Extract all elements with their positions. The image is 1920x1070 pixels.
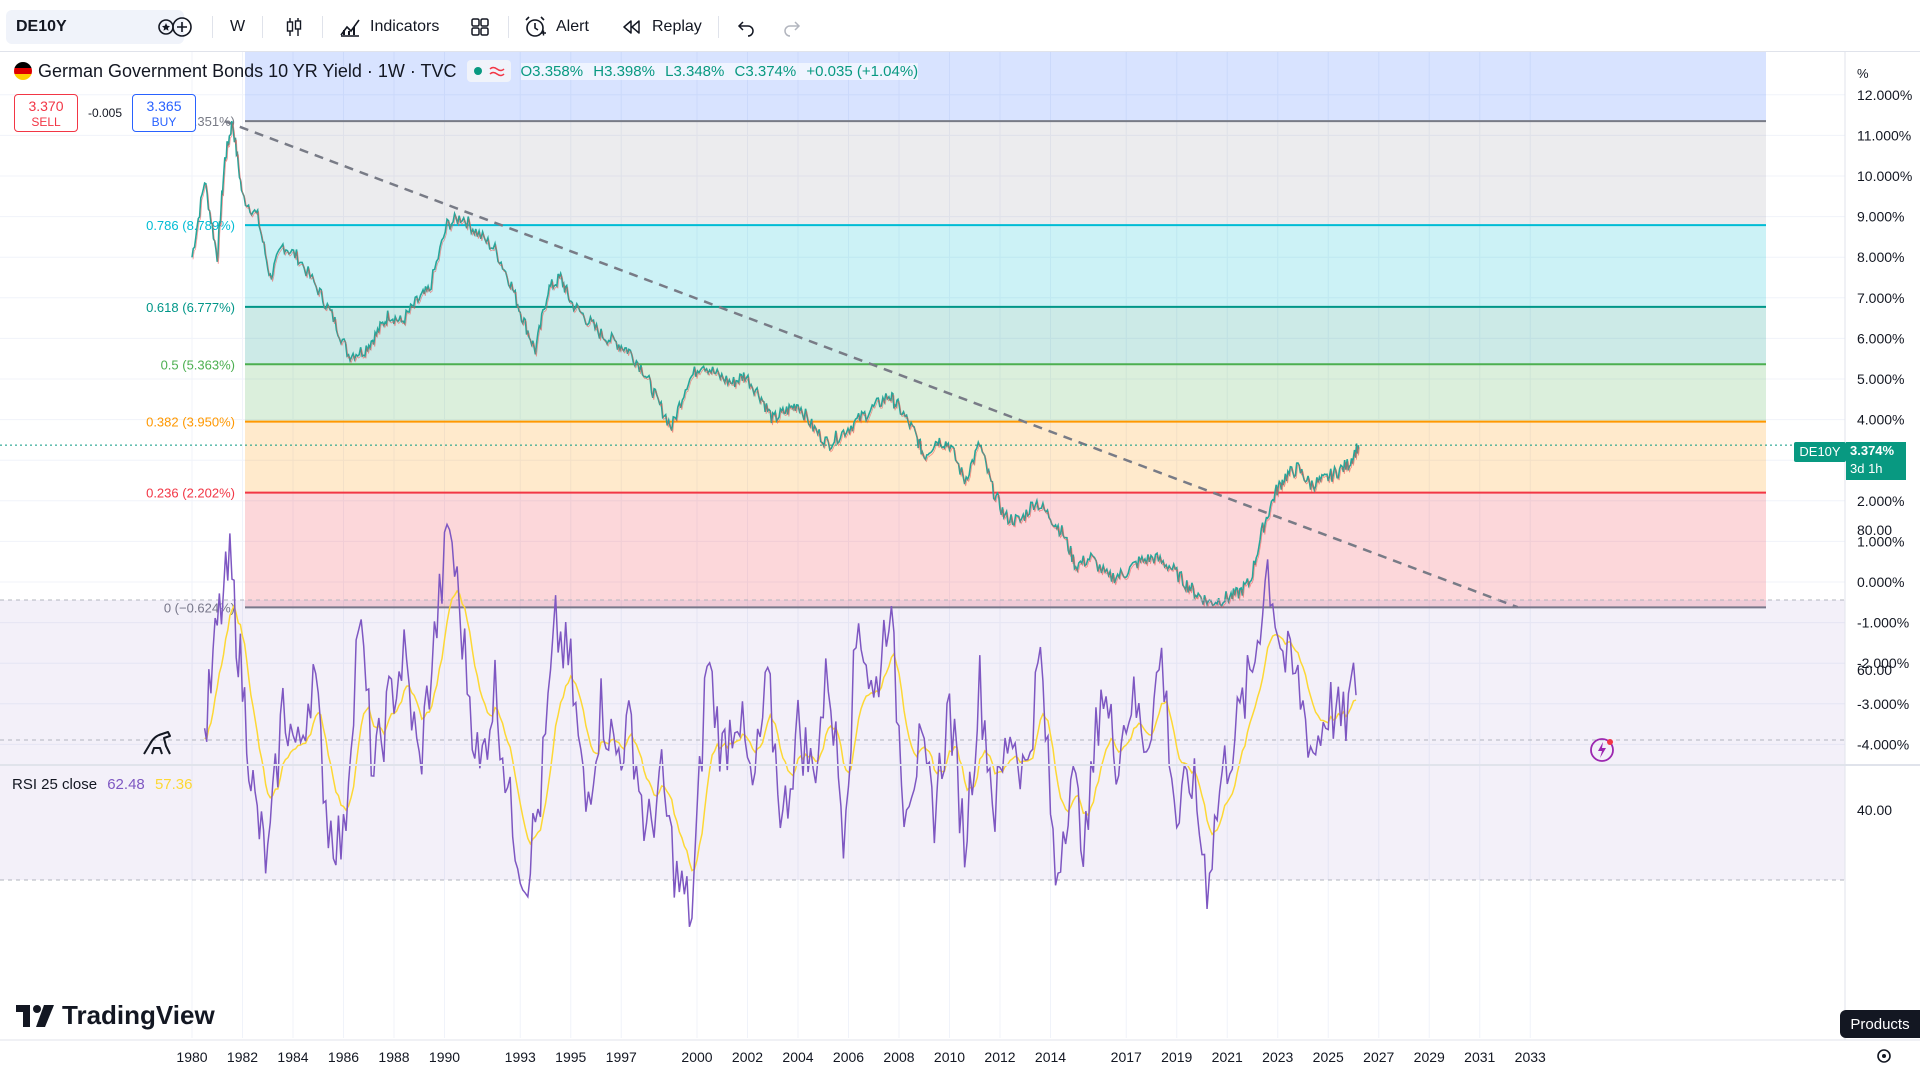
fib-zone — [245, 364, 1766, 422]
price-tick-label: 2.000% — [1857, 493, 1904, 509]
fib-zone — [245, 492, 1766, 608]
time-tick-label: 2012 — [984, 1049, 1015, 1065]
time-tick-label: 2025 — [1313, 1049, 1344, 1065]
price-tick-label: 12.000% — [1857, 87, 1912, 103]
fib-retracement[interactable]: 1 (11.351%)0.786 (8.789%)0.618 (6.777%)0… — [146, 52, 1766, 615]
rsi-tick-label: 80.00 — [1857, 522, 1892, 538]
wave-icon — [488, 66, 505, 77]
price-tick-label: -3.000% — [1857, 696, 1909, 712]
chart-legend: German Government Bonds 10 YR Yield · 1W… — [14, 60, 919, 82]
tradingview-logo[interactable]: TradingView — [16, 1000, 215, 1031]
products-button[interactable]: Products — [1840, 1010, 1920, 1038]
time-tick-label: 2033 — [1515, 1049, 1546, 1065]
time-tick-label: 1990 — [429, 1049, 460, 1065]
time-tick-label: 2021 — [1212, 1049, 1243, 1065]
rsi-tick-label: 40.00 — [1857, 802, 1892, 818]
time-tick-label: 1995 — [555, 1049, 586, 1065]
sell-label: SELL — [31, 115, 61, 129]
brand-name: TradingView — [62, 1000, 215, 1030]
settings-icon[interactable] — [1874, 1046, 1894, 1066]
price-tick-label: 10.000% — [1857, 168, 1912, 184]
time-tick-label: 2029 — [1414, 1049, 1445, 1065]
time-tick-label: 2023 — [1262, 1049, 1293, 1065]
rsi-label: RSI 25 close — [12, 776, 98, 793]
low-value: L3.348% — [665, 62, 725, 80]
tv-mark-icon — [16, 1004, 54, 1027]
fib-level-label: 0.5 (5.363%) — [161, 357, 235, 372]
buy-price: 3.365 — [146, 98, 182, 114]
time-tick-label: 2027 — [1363, 1049, 1394, 1065]
market-status[interactable] — [466, 60, 511, 82]
time-tick-label: 2017 — [1111, 1049, 1142, 1065]
time-tick-label: 1980 — [176, 1049, 207, 1065]
time-tick-label: 2014 — [1035, 1049, 1066, 1065]
buy-button[interactable]: 3.365 BUY — [132, 94, 196, 132]
lightning-icon[interactable] — [1588, 736, 1616, 764]
ohlc-values: O3.358% H3.398% L3.348% C3.374% +0.035 (… — [520, 62, 919, 80]
time-tick-label: 1982 — [227, 1049, 258, 1065]
time-tick-label: 1997 — [606, 1049, 637, 1065]
fib-zone — [245, 121, 1766, 226]
fib-zone — [245, 306, 1766, 365]
open-value: O3.358% — [520, 62, 584, 80]
price-tick-label: 0.000% — [1857, 574, 1904, 590]
close-value: C3.374% — [734, 62, 797, 80]
price-tag-value: 3.374% 3d 1h — [1846, 442, 1906, 480]
price-tick-label: 5.000% — [1857, 371, 1904, 387]
rsi-ma-value: 57.36 — [154, 776, 193, 793]
time-tick-label: 2008 — [883, 1049, 914, 1065]
price-tick-label: 7.000% — [1857, 290, 1904, 306]
time-tick-label: 1986 — [328, 1049, 359, 1065]
sell-button[interactable]: 3.370 SELL — [14, 94, 78, 132]
price-tick-label: -4.000% — [1857, 736, 1909, 752]
sell-price: 3.370 — [28, 98, 64, 114]
change-value: +0.035 (+1.04%) — [806, 62, 919, 80]
fib-level-label: 0.236 (2.202%) — [146, 486, 235, 501]
price-tag-symbol: DE10Y — [1794, 442, 1846, 480]
time-tick-label: 2006 — [833, 1049, 864, 1065]
fib-zone — [245, 225, 1766, 307]
rsi-legend[interactable]: RSI 25 close 62.48 57.36 — [12, 776, 192, 793]
time-tick-label: 2000 — [681, 1049, 712, 1065]
price-tag-symbol-text: DE10Y — [1794, 442, 1846, 462]
buy-label: BUY — [151, 115, 177, 129]
spread-value: -0.005 — [88, 106, 123, 120]
fib-level-label: 0.382 (3.950%) — [146, 415, 235, 430]
high-value: H3.398% — [593, 62, 655, 80]
rsi-value: 62.48 — [107, 776, 145, 793]
germany-flag-icon — [14, 62, 32, 80]
last-price: 3.374% — [1850, 443, 1895, 458]
percent-unit-label: % — [1857, 66, 1869, 81]
price-chart[interactable]: 1 (11.351%)0.786 (8.789%)0.618 (6.777%)0… — [0, 0, 1920, 1070]
time-tick-label: 2019 — [1161, 1049, 1192, 1065]
time-tick-label: 2010 — [934, 1049, 965, 1065]
dinosaur-icon[interactable] — [140, 726, 174, 760]
rsi-tick-label: 60.00 — [1857, 662, 1892, 678]
time-tick-label: 1993 — [505, 1049, 536, 1065]
time-tick-label: 1984 — [277, 1049, 308, 1065]
price-tick-label: -1.000% — [1857, 615, 1909, 631]
price-tick-label: 4.000% — [1857, 412, 1904, 428]
price-tick-label: 9.000% — [1857, 209, 1904, 225]
bar-countdown: 3d 1h — [1850, 461, 1883, 476]
time-tick-label: 2004 — [782, 1049, 813, 1065]
status-dot-icon — [473, 67, 482, 75]
symbol-title[interactable]: German Government Bonds 10 YR Yield · 1W… — [38, 61, 457, 82]
price-tick-label: 8.000% — [1857, 249, 1904, 265]
time-tick-label: 2002 — [732, 1049, 763, 1065]
fib-zone — [245, 421, 1766, 493]
fib-level-label: 0.618 (6.777%) — [146, 300, 235, 315]
time-tick-label: 1988 — [378, 1049, 409, 1065]
time-tick-label: 2031 — [1464, 1049, 1495, 1065]
price-tick-label: 11.000% — [1857, 127, 1911, 143]
price-tick-label: 6.000% — [1857, 330, 1904, 346]
